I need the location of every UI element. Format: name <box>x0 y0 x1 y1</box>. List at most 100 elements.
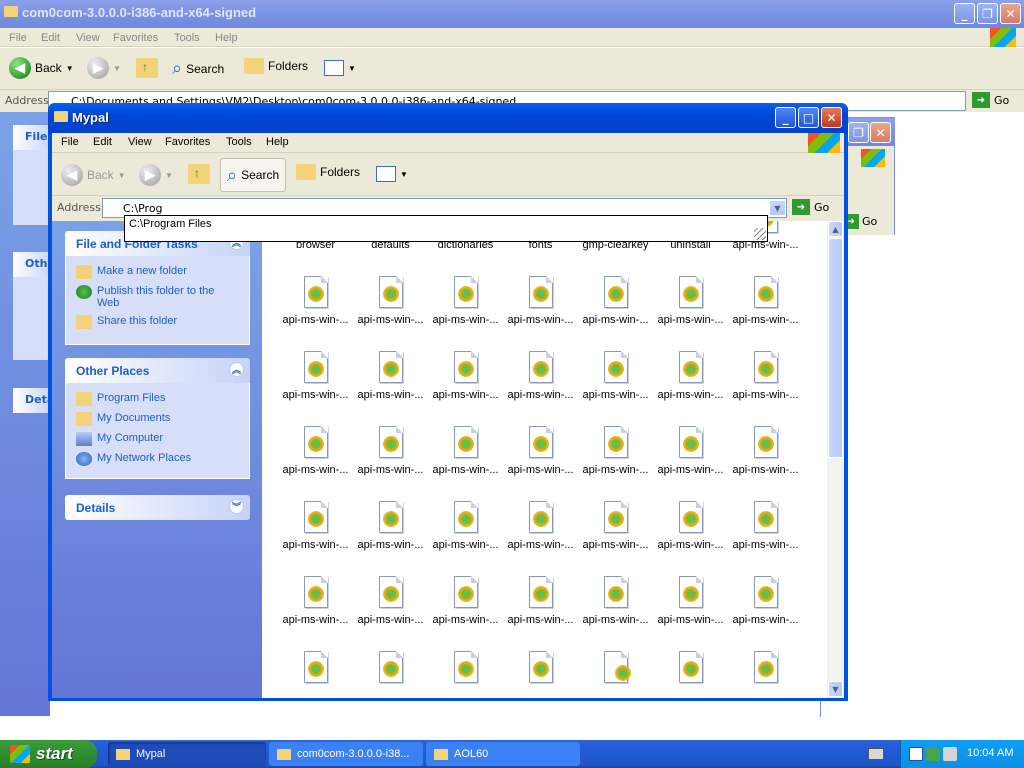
make-new-folder-link[interactable]: Make a new folder <box>76 265 187 279</box>
file-item[interactable]: api-ms-win-... <box>353 276 428 326</box>
place-my-computer[interactable]: My Computer <box>76 432 163 446</box>
file-item[interactable]: api-ms-win-... <box>353 501 428 551</box>
file-item[interactable]: api-ms-win-... <box>503 276 578 326</box>
maximize-button[interactable]: ❐ <box>848 122 869 143</box>
close-button[interactable]: ✕ <box>821 107 842 128</box>
file-item[interactable]: api-ms-win-... <box>278 351 353 401</box>
folders-button[interactable]: Folders <box>296 164 360 180</box>
file-item[interactable]: api-ms-win-... <box>278 501 353 551</box>
views-button[interactable]: ▼ <box>376 166 408 182</box>
file-item[interactable]: api-ms-win-... <box>278 426 353 476</box>
expand-icon[interactable]: ︾ <box>229 499 244 514</box>
details-panel-header[interactable]: Details ︾ <box>65 495 250 520</box>
menu-view[interactable]: View <box>128 136 152 148</box>
file-item[interactable]: api-ms-win-... <box>353 576 428 626</box>
keyboard-icon[interactable] <box>868 748 884 760</box>
file-item[interactable] <box>353 651 428 685</box>
place-program-files[interactable]: Program Files <box>76 392 165 406</box>
file-item[interactable]: api-ms-win-... <box>278 276 353 326</box>
search-button[interactable]: ⌕ Search <box>172 58 224 79</box>
menu-tools[interactable]: Tools <box>226 136 252 148</box>
menu-help[interactable]: Help <box>266 136 289 148</box>
mypal-explorer-window[interactable]: Mypal _ □ ✕ File Edit View Favorites Too… <box>48 103 848 701</box>
file-item[interactable]: api-ms-win-... <box>653 501 728 551</box>
go-button[interactable]: ➜ Go <box>843 214 877 229</box>
file-item[interactable]: api-ms-win-... <box>503 426 578 476</box>
file-item[interactable] <box>653 651 728 685</box>
file-item[interactable]: api-ms-win-... <box>578 276 653 326</box>
menu-file[interactable]: File <box>9 30 27 44</box>
file-item[interactable]: api-ms-win-... <box>503 351 578 401</box>
file-item[interactable]: api-ms-win-... <box>728 426 803 476</box>
go-button[interactable]: ➜ Go <box>972 92 1009 108</box>
taskbar-item-aol60[interactable]: AOL60 <box>426 742 580 766</box>
network-icon[interactable] <box>926 747 940 761</box>
collapse-icon[interactable]: ︽ <box>229 362 244 377</box>
go-button[interactable]: ➜ Go <box>792 199 829 215</box>
close-button[interactable]: ✕ <box>870 122 891 143</box>
file-item[interactable]: api-ms-win-... <box>653 276 728 326</box>
menu-tools[interactable]: Tools <box>174 30 200 44</box>
file-item[interactable] <box>503 651 578 685</box>
file-item[interactable]: api-ms-win-... <box>278 576 353 626</box>
title-bar[interactable]: com0com-3.0.0.0-i386-and-x64-signed _ ❐ … <box>0 0 1024 28</box>
folders-button[interactable]: Folders <box>244 58 308 74</box>
menu-favorites[interactable]: Favorites <box>113 30 158 44</box>
file-item[interactable]: api-ms-win-... <box>578 576 653 626</box>
file-item[interactable]: api-ms-win-... <box>578 351 653 401</box>
file-item[interactable]: api-ms-win-... <box>428 351 503 401</box>
views-button[interactable]: ▼ <box>324 60 356 76</box>
file-item[interactable] <box>728 651 803 685</box>
title-bar[interactable]: Mypal _ □ ✕ <box>48 103 848 133</box>
place-my-documents[interactable]: My Documents <box>76 412 170 426</box>
menu-favorites[interactable]: Favorites <box>165 136 210 148</box>
volume-icon[interactable] <box>943 747 957 761</box>
taskbar-item-com0com[interactable]: com0com-3.0.0.0-i38... <box>269 742 423 766</box>
forward-button[interactable]: ▶ ▼ <box>87 57 121 79</box>
file-item[interactable]: api-ms-win-... <box>428 426 503 476</box>
maximize-button[interactable]: ❐ <box>977 3 998 24</box>
back-button[interactable]: ◀ Back ▼ <box>61 164 126 186</box>
file-item[interactable]: api-ms-win-... <box>728 501 803 551</box>
file-item[interactable]: api-ms-win-... <box>428 576 503 626</box>
file-item[interactable] <box>278 651 353 685</box>
file-item[interactable]: api-ms-win-... <box>503 501 578 551</box>
up-button[interactable]: ↑ <box>136 58 158 78</box>
file-item[interactable]: api-ms-win-... <box>653 351 728 401</box>
scroll-up-button[interactable]: ▲ <box>828 221 843 237</box>
menu-file[interactable]: File <box>61 136 79 148</box>
file-item[interactable]: api-ms-win-... <box>728 351 803 401</box>
file-item[interactable]: api-ms-win-... <box>578 426 653 476</box>
file-item[interactable]: api-ms-win-... <box>353 351 428 401</box>
vertical-scrollbar[interactable]: ▲ ▼ <box>827 221 844 698</box>
file-item[interactable]: api-ms-win-... <box>428 276 503 326</box>
file-item[interactable]: api-ms-win-... <box>353 426 428 476</box>
resize-grip-icon[interactable] <box>754 228 766 240</box>
file-item[interactable] <box>428 651 503 685</box>
file-item[interactable]: api-ms-win-... <box>503 576 578 626</box>
back-button[interactable]: ◀ Back ▼ <box>9 57 74 79</box>
scroll-thumb[interactable] <box>828 238 843 458</box>
menu-help[interactable]: Help <box>215 30 238 44</box>
start-button[interactable]: start <box>0 740 97 768</box>
menu-edit[interactable]: Edit <box>93 136 112 148</box>
clock[interactable]: 10:04 AM <box>967 747 1013 759</box>
file-item[interactable]: api-ms-win-... <box>428 501 503 551</box>
file-item[interactable]: api-ms-win-... <box>653 576 728 626</box>
file-item[interactable]: api-ms-win-... <box>728 276 803 326</box>
file-item[interactable]: api-ms-win-... <box>578 501 653 551</box>
forward-button[interactable]: ▶ ▼ <box>139 164 173 186</box>
share-folder-link[interactable]: Share this folder <box>76 315 177 329</box>
minimize-button[interactable]: _ <box>775 107 796 128</box>
search-button[interactable]: ⌕ Search <box>220 158 287 192</box>
maximize-button[interactable]: □ <box>798 107 819 128</box>
file-item[interactable]: api-ms-win-... <box>728 576 803 626</box>
autocomplete-item[interactable]: C:\Program Files <box>129 218 212 230</box>
up-button[interactable]: ↑ <box>188 164 210 184</box>
file-item[interactable]: api-ms-win-... <box>653 426 728 476</box>
close-button[interactable]: ✕ <box>1000 3 1021 24</box>
scroll-down-button[interactable]: ▼ <box>828 681 843 697</box>
tray-app-icon[interactable] <box>909 747 923 761</box>
minimize-button[interactable]: _ <box>954 3 975 24</box>
menu-view[interactable]: View <box>76 30 100 44</box>
